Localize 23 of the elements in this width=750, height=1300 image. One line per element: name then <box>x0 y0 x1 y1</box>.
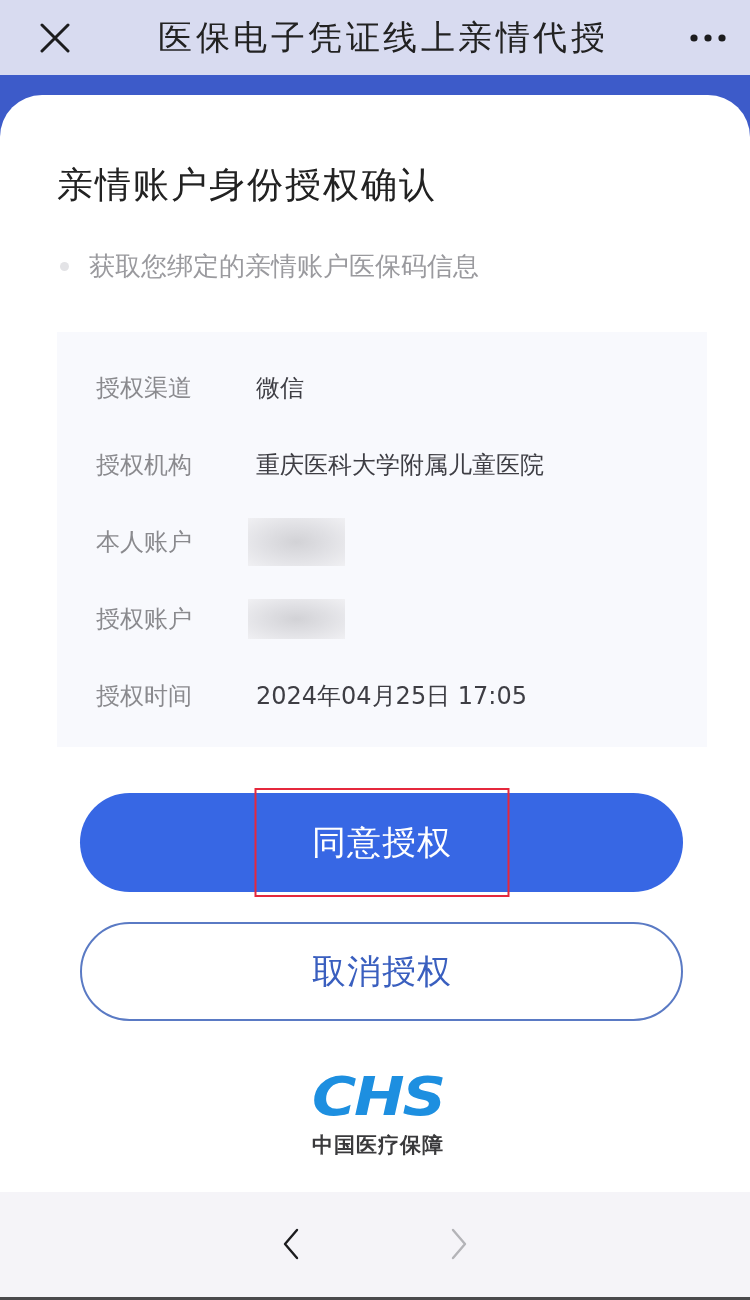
detail-value: 2024年04月25日 17:05 <box>256 680 527 712</box>
close-button[interactable] <box>40 22 70 53</box>
more-icon <box>690 33 726 42</box>
page-heading: 亲情账户身份授权确认 <box>57 163 438 207</box>
detail-label: 本人账户 <box>96 526 193 558</box>
detail-label: 授权机构 <box>96 449 193 481</box>
logo-mark: CHS <box>312 1071 444 1123</box>
agree-button[interactable]: 同意授权 <box>80 793 683 892</box>
bullet-icon <box>60 261 69 271</box>
cancel-button[interactable]: 取消授权 <box>80 922 683 1021</box>
close-icon <box>40 22 70 53</box>
detail-value: 微信 <box>256 372 304 404</box>
more-button[interactable] <box>690 33 726 42</box>
detail-label: 授权时间 <box>96 680 193 712</box>
detail-label: 授权账户 <box>96 603 193 635</box>
back-button[interactable] <box>282 1227 300 1260</box>
detail-label: 授权渠道 <box>96 372 193 404</box>
scope-text: 获取您绑定的亲情账户医保码信息 <box>89 250 479 283</box>
detail-value: 重庆医科大学附属儿童医院 <box>256 449 544 481</box>
logo-name: 中国医疗保障 <box>312 1132 444 1159</box>
window-title: 医保电子凭证线上亲情代授 <box>158 15 609 59</box>
chevron-right-icon <box>450 1227 468 1260</box>
chevron-left-icon <box>282 1227 300 1260</box>
